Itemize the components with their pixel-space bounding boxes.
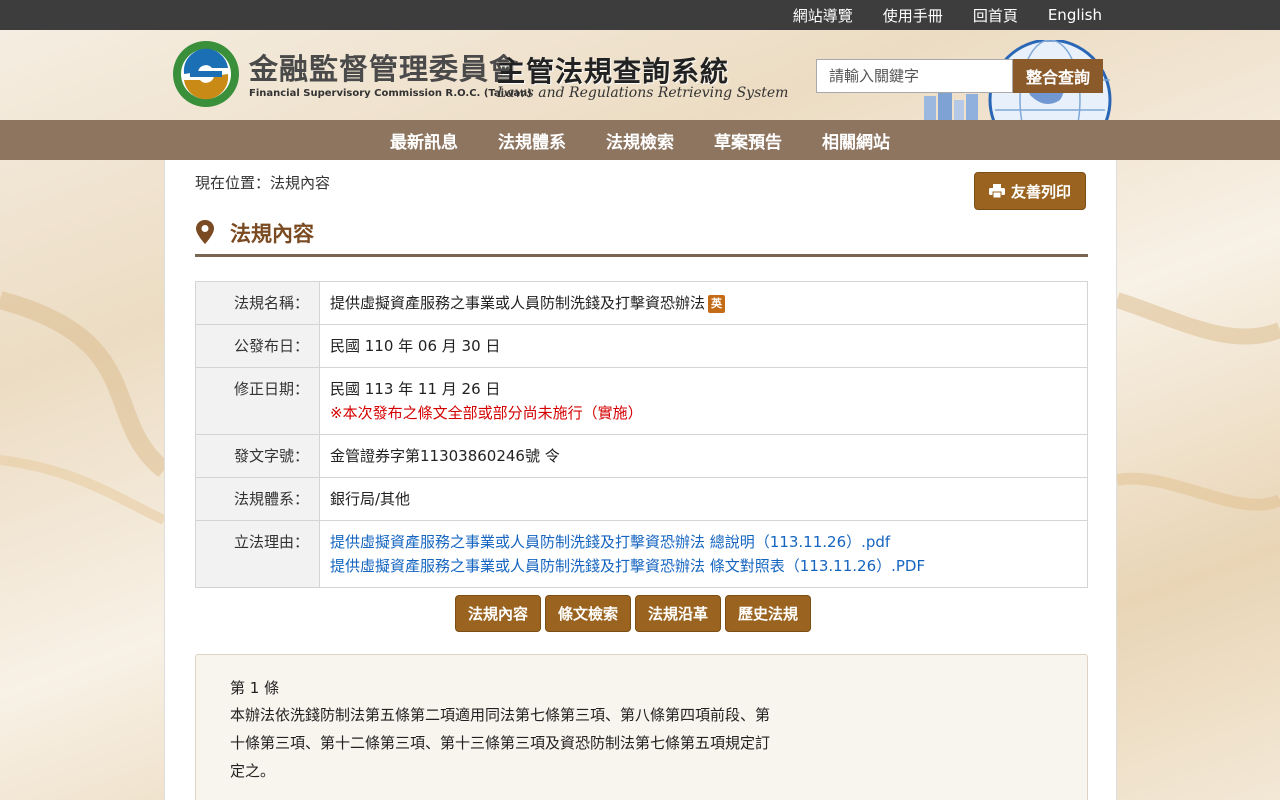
table-row: 修正日期： 民國 113 年 11 月 26 日 ※本次發布之條文全部或部分尚未… bbox=[195, 367, 1088, 435]
print-button[interactable]: 友善列印 bbox=[974, 172, 1086, 210]
location-pin-icon bbox=[196, 220, 214, 244]
tab-regulation-history[interactable]: 法規沿革 bbox=[635, 595, 722, 632]
tab-regulation-content[interactable]: 法規內容 bbox=[455, 595, 542, 632]
english-version-badge[interactable]: 英 bbox=[708, 294, 726, 313]
page-title: 法規內容 bbox=[230, 222, 314, 246]
content-tabs: 法規內容 條文檢索 法規沿革 歷史法規 bbox=[455, 595, 812, 632]
home-link[interactable]: 回首頁 bbox=[973, 5, 1018, 26]
tab-historical-regulations[interactable]: 歷史法規 bbox=[725, 595, 812, 632]
article-box: 第 1 條 本辦法依洗錢防制法第五條第二項適用同法第七條第三項、第八條第四項前段… bbox=[195, 654, 1088, 800]
utility-links: 網站導覽 使用手冊 回首頁 English bbox=[763, 0, 1102, 30]
publish-date-label: 公發布日： bbox=[195, 324, 320, 368]
nav-draft-preview[interactable]: 草案預告 bbox=[714, 128, 782, 153]
table-row: 發文字號： 金管證券字第11303860246號 令 bbox=[195, 434, 1088, 478]
breadcrumb: 現在位置：法規內容 bbox=[195, 174, 331, 192]
agency-name: 金融監督管理委員會 bbox=[249, 52, 520, 86]
table-row: 公發布日： 民國 110 年 06 月 30 日 bbox=[195, 324, 1088, 368]
keyword-search-input[interactable] bbox=[816, 59, 1013, 93]
fsc-logo-icon[interactable] bbox=[170, 38, 242, 110]
document-number-value: 金管證券字第11303860246號 令 bbox=[319, 434, 1088, 478]
table-row: 立法理由： 提供虛擬資產服務之事業或人員防制洗錢及打擊資恐辦法 總說明（113.… bbox=[195, 520, 1088, 588]
table-row: 法規名稱： 提供虛擬資產服務之事業或人員防制洗錢及打擊資恐辦法英 bbox=[195, 281, 1088, 325]
regulation-system-label: 法規體系： bbox=[195, 477, 320, 521]
amend-date-label: 修正日期： bbox=[195, 367, 320, 435]
printer-icon bbox=[988, 184, 1005, 198]
article-text: 本辦法依洗錢防制法第五條第二項適用同法第七條第三項、第八條第四項前段、第十條第三… bbox=[230, 706, 771, 780]
regulation-name-cell: 提供虛擬資產服務之事業或人員防制洗錢及打擊資恐辦法英 bbox=[319, 281, 1088, 325]
nav-regulation-system[interactable]: 法規體系 bbox=[498, 128, 566, 153]
main-content: 現在位置：法規內容 友善列印 法規內容 法規名稱： 提供虛擬資產服務之事業或人員… bbox=[164, 160, 1117, 800]
comparison-table-pdf-link[interactable]: 提供虛擬資產服務之事業或人員防制洗錢及打擊資恐辦法 條文對照表（113.11.2… bbox=[330, 554, 1077, 578]
regulation-info-table: 法規名稱： 提供虛擬資產服務之事業或人員防制洗錢及打擊資恐辦法英 公發布日： 民… bbox=[195, 281, 1088, 588]
legislative-reason-label: 立法理由： bbox=[195, 520, 320, 588]
nav-latest-news[interactable]: 最新訊息 bbox=[390, 128, 458, 153]
system-title-english: Laws and Regulations Retrieving System bbox=[497, 85, 789, 101]
publish-date-value: 民國 110 年 06 月 30 日 bbox=[319, 324, 1088, 368]
system-title: 主管法規查詢系統 bbox=[497, 55, 730, 88]
sitemap-link[interactable]: 網站導覽 bbox=[793, 5, 853, 26]
regulation-name-label: 法規名稱： bbox=[195, 281, 320, 325]
agency-name-english: Financial Supervisory Commission R.O.C. … bbox=[249, 88, 532, 99]
document-number-label: 發文字號： bbox=[195, 434, 320, 478]
general-explanation-pdf-link[interactable]: 提供虛擬資產服務之事業或人員防制洗錢及打擊資恐辦法 總說明（113.11.26）… bbox=[330, 530, 1077, 554]
table-row: 法規體系： 銀行局/其他 bbox=[195, 477, 1088, 521]
amend-date-value: 民國 113 年 11 月 26 日 bbox=[330, 380, 501, 398]
print-button-label: 友善列印 bbox=[1010, 182, 1071, 201]
regulation-system-value: 銀行局/其他 bbox=[319, 477, 1088, 521]
nav-related-sites[interactable]: 相關網站 bbox=[822, 128, 890, 153]
amend-note: ※本次發布之條文全部或部分尚未施行（實施） bbox=[330, 404, 643, 422]
main-navigation: 最新訊息 法規體系 法規檢索 草案預告 相關網站 bbox=[0, 120, 1280, 160]
amend-date-cell: 民國 113 年 11 月 26 日 ※本次發布之條文全部或部分尚未施行（實施） bbox=[319, 367, 1088, 435]
top-utility-bar: 網站導覽 使用手冊 回首頁 English bbox=[0, 0, 1280, 30]
english-link[interactable]: English bbox=[1048, 6, 1102, 24]
tab-article-search[interactable]: 條文檢索 bbox=[545, 595, 632, 632]
legislative-reason-cell: 提供虛擬資產服務之事業或人員防制洗錢及打擊資恐辦法 總說明（113.11.26）… bbox=[319, 520, 1088, 588]
integrated-search-button[interactable]: 整合查詢 bbox=[1013, 59, 1103, 93]
manual-link[interactable]: 使用手冊 bbox=[883, 5, 943, 26]
regulation-name-value: 提供虛擬資產服務之事業或人員防制洗錢及打擊資恐辦法 bbox=[330, 294, 706, 312]
nav-regulation-search[interactable]: 法規檢索 bbox=[606, 128, 674, 153]
page-title-row: 法規內容 bbox=[195, 216, 1088, 257]
site-header: 金融監督管理委員會 Financial Supervisory Commissi… bbox=[0, 30, 1280, 120]
article-number: 第 1 條 bbox=[230, 679, 280, 697]
